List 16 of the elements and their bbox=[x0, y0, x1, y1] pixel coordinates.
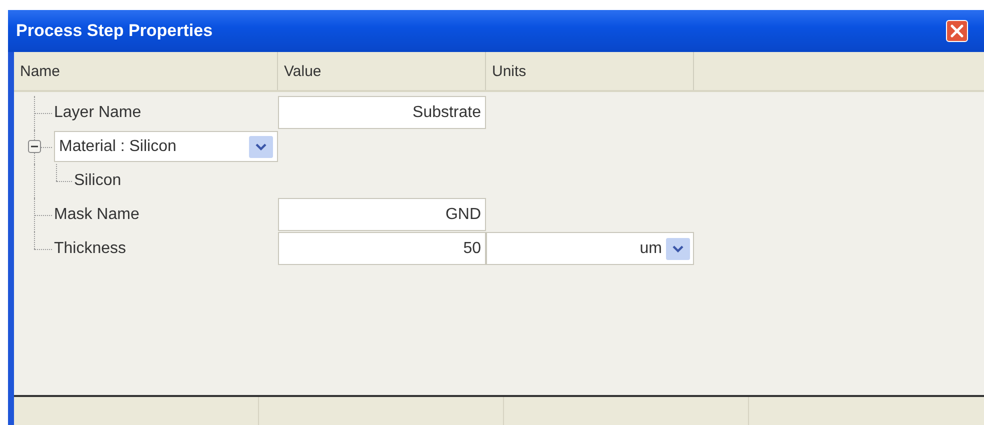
value-field[interactable]: 50 bbox=[278, 232, 486, 265]
close-icon bbox=[950, 24, 964, 38]
property-name: Silicon bbox=[74, 172, 122, 190]
column-header[interactable]: Value bbox=[278, 52, 486, 90]
value-field[interactable]: GND bbox=[278, 198, 486, 231]
property-name: Layer Name bbox=[54, 104, 142, 122]
material-dropdown[interactable]: Material : Silicon bbox=[54, 131, 278, 162]
column-header[interactable]: Name bbox=[14, 52, 278, 90]
window-title: Process Step Properties bbox=[16, 21, 213, 41]
column-header[interactable]: Units bbox=[486, 52, 694, 90]
collapse-icon[interactable] bbox=[28, 140, 41, 153]
property-name: Mask Name bbox=[54, 206, 140, 224]
close-button[interactable] bbox=[946, 20, 968, 42]
property-name: Thickness bbox=[54, 240, 126, 258]
units-dropdown[interactable]: um bbox=[486, 232, 694, 265]
value-field[interactable]: Substrate bbox=[278, 96, 486, 129]
